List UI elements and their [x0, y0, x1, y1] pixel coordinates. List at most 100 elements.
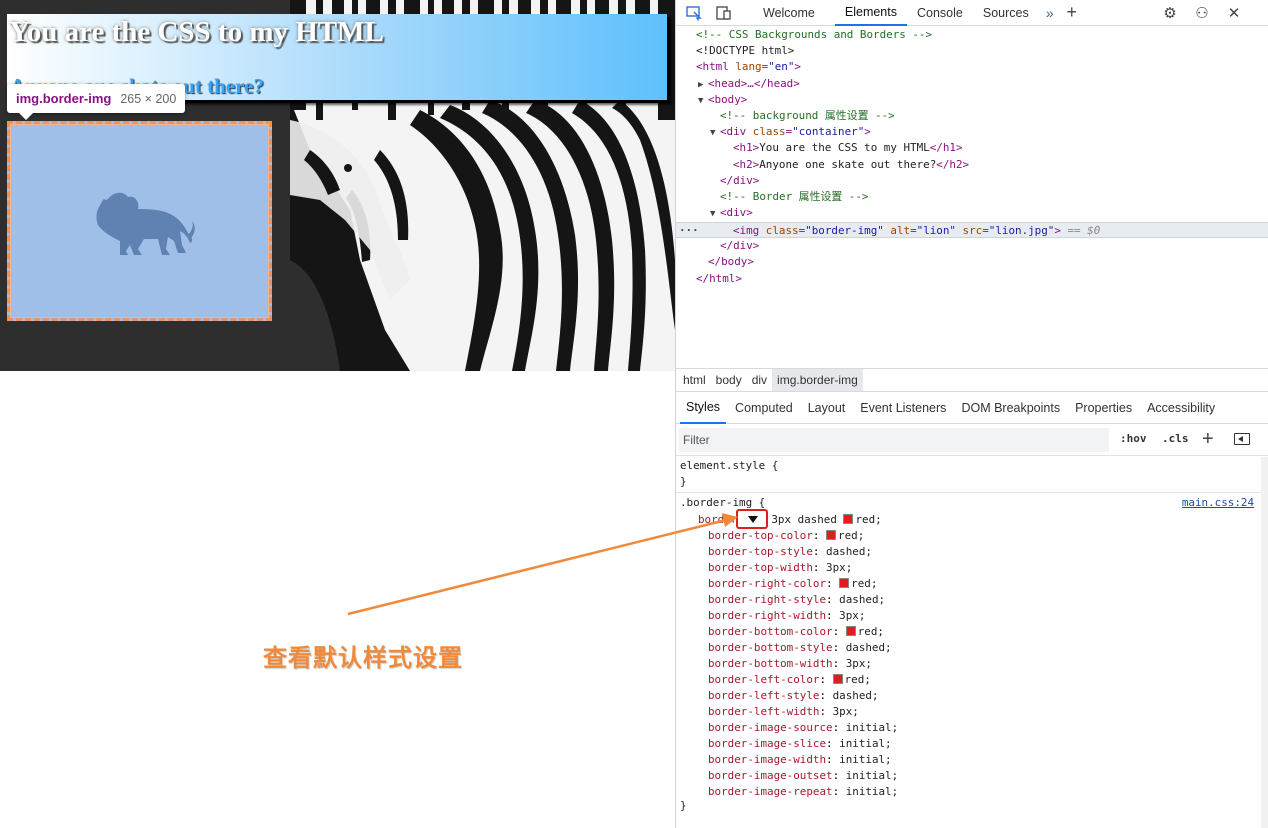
subtab-computed[interactable]: Computed: [729, 392, 799, 424]
longhand-property[interactable]: border-top-width: 3px;: [708, 560, 852, 576]
dom-node-h1[interactable]: <h1>You are the CSS to my HTML</h1>: [676, 140, 1268, 156]
html-lang-value: "en": [768, 60, 795, 73]
property-name: border-left-style: [708, 689, 820, 702]
expand-shorthand-button[interactable]: [736, 509, 768, 529]
tab-sources[interactable]: Sources: [973, 0, 1039, 26]
property-value: initial;: [845, 785, 899, 798]
close-devtools-icon[interactable]: ✕: [1220, 0, 1248, 26]
longhand-property[interactable]: border-left-width: 3px;: [708, 704, 859, 720]
expand-triangle-icon[interactable]: ▶: [698, 77, 708, 93]
breadcrumb-html[interactable]: html: [678, 369, 711, 391]
dom-node-h2[interactable]: <h2>Anyone one skate out there?</h2>: [676, 157, 1268, 173]
dom-node-body-close[interactable]: </body>: [676, 254, 1268, 270]
dom-node-comment[interactable]: <!-- background 属性设置 -->: [676, 108, 1268, 124]
dom-node-div-close[interactable]: </div>: [676, 238, 1268, 254]
img-end-bracket: >: [1054, 224, 1061, 237]
dom-node-html-close[interactable]: </html>: [676, 271, 1268, 287]
longhand-property[interactable]: border-left-style: dashed;: [708, 688, 879, 704]
dom-node-html[interactable]: <html lang="en">: [676, 59, 1268, 75]
longhand-property[interactable]: border-bottom-style: dashed;: [708, 640, 892, 656]
collapse-triangle-icon[interactable]: ▼: [710, 125, 720, 141]
collapse-triangle-icon[interactable]: ▼: [710, 206, 720, 222]
longhand-property[interactable]: border-right-color: red;: [708, 576, 877, 592]
styles-filter-input[interactable]: [679, 428, 1109, 452]
longhand-property[interactable]: border-right-width: 3px;: [708, 608, 865, 624]
longhand-property[interactable]: border-left-color: red;: [708, 672, 871, 688]
dom-node-div-close[interactable]: </div>: [676, 173, 1268, 189]
color-swatch[interactable]: [845, 626, 856, 636]
longhand-property[interactable]: border-image-outset: initial;: [708, 768, 898, 784]
property-value: dashed;: [826, 545, 872, 558]
color-swatch[interactable]: [832, 674, 843, 684]
subtab-properties[interactable]: Properties: [1069, 392, 1138, 424]
collapse-triangle-icon[interactable]: ▼: [698, 93, 708, 109]
breadcrumb-div[interactable]: div: [747, 369, 772, 391]
color-swatch[interactable]: [843, 514, 854, 524]
longhand-property[interactable]: border-image-slice: initial;: [708, 736, 892, 752]
subtab-styles[interactable]: Styles: [680, 392, 727, 424]
longhand-property[interactable]: border-image-repeat: initial;: [708, 784, 898, 800]
property-value: 3px;: [832, 705, 859, 718]
property-value: red;: [844, 673, 871, 686]
property-value: 3px;: [845, 657, 872, 670]
tab-elements[interactable]: Elements: [834, 0, 907, 26]
element-style-selector[interactable]: element.style {: [680, 458, 778, 474]
rule-close: }: [680, 799, 687, 812]
color-swatch[interactable]: [839, 578, 850, 588]
longhand-property[interactable]: border-top-style: dashed;: [708, 544, 872, 560]
customize-devtools-icon[interactable]: ⚇: [1188, 0, 1216, 26]
subtab-accessibility[interactable]: Accessibility: [1141, 392, 1221, 424]
source-link[interactable]: main.css:24: [1182, 495, 1254, 511]
device-toolbar-icon[interactable]: [709, 0, 739, 26]
dom-tree: <!-- CSS Backgrounds and Borders --> <!D…: [676, 27, 1268, 367]
property-name: border-top-width: [708, 561, 813, 574]
hov-toggle-button[interactable]: :hov: [1120, 432, 1147, 445]
add-tab-icon[interactable]: +: [1061, 0, 1083, 26]
styles-scrollbar[interactable]: [1261, 457, 1268, 828]
rule-separator: [676, 492, 1261, 493]
property-name: border-right-width: [708, 609, 827, 622]
dom-node-div-container[interactable]: ▼ <div class="container">: [676, 124, 1268, 140]
comment-text: <!-- background 属性设置 -->: [720, 109, 895, 122]
inspect-element-icon[interactable]: [679, 0, 709, 26]
cls-toggle-button[interactable]: .cls: [1162, 432, 1189, 445]
dom-node-doctype[interactable]: <!DOCTYPE html>: [676, 43, 1268, 59]
longhand-property[interactable]: border-top-color: red;: [708, 528, 864, 544]
longhand-property[interactable]: border-bottom-width: 3px;: [708, 656, 872, 672]
subtab-dom-breakpoints[interactable]: DOM Breakpoints: [955, 392, 1066, 424]
border-shorthand-property[interactable]: border 3px dashed red;: [698, 512, 882, 528]
node-actions-dots[interactable]: ···: [679, 223, 699, 239]
toggle-computed-sidebar-icon[interactable]: [1234, 433, 1250, 445]
dom-node-head[interactable]: ▶ <head>…</head>: [676, 76, 1268, 92]
subtab-layout[interactable]: Layout: [802, 392, 852, 424]
img-src-value: "lion.jpg": [988, 224, 1055, 237]
lion-image[interactable]: [7, 121, 272, 321]
longhand-property[interactable]: border-bottom-color: red;: [708, 624, 884, 640]
property-value: initial;: [845, 769, 899, 782]
property-value: 3px;: [826, 561, 853, 574]
breadcrumb-img[interactable]: img.border-img: [772, 369, 863, 391]
settings-gear-icon[interactable]: ⚙: [1156, 0, 1184, 26]
div-close-tag: </div>: [720, 174, 760, 187]
dom-node-body[interactable]: ▼ <body>: [676, 92, 1268, 108]
breadcrumb-body[interactable]: body: [711, 369, 747, 391]
longhand-property[interactable]: border-image-width: initial;: [708, 752, 892, 768]
dom-node-div[interactable]: ▼ <div>: [676, 205, 1268, 221]
tab-console[interactable]: Console: [907, 0, 973, 26]
dom-node-comment[interactable]: <!-- Border 属性设置 -->: [676, 189, 1268, 205]
dom-node-comment[interactable]: <!-- CSS Backgrounds and Borders -->: [676, 27, 1268, 43]
more-tabs-icon[interactable]: »: [1039, 0, 1061, 26]
dom-node-img-selected[interactable]: ··· <img class="border-img" alt="lion" s…: [676, 222, 1268, 238]
img-alt-attr: alt: [890, 224, 911, 237]
tab-welcome[interactable]: Welcome: [753, 0, 825, 26]
property-value: initial;: [845, 721, 899, 734]
longhand-property[interactable]: border-image-source: initial;: [708, 720, 898, 736]
subtab-event-listeners[interactable]: Event Listeners: [854, 392, 952, 424]
property-value: initial;: [839, 737, 892, 750]
property-value: 3px;: [839, 609, 866, 622]
property-name: border-left-width: [708, 705, 820, 718]
longhand-property[interactable]: border-right-style: dashed;: [708, 592, 885, 608]
color-swatch[interactable]: [826, 530, 837, 540]
new-style-rule-icon[interactable]: +: [1202, 428, 1214, 450]
property-name: border-image-slice: [708, 737, 827, 750]
